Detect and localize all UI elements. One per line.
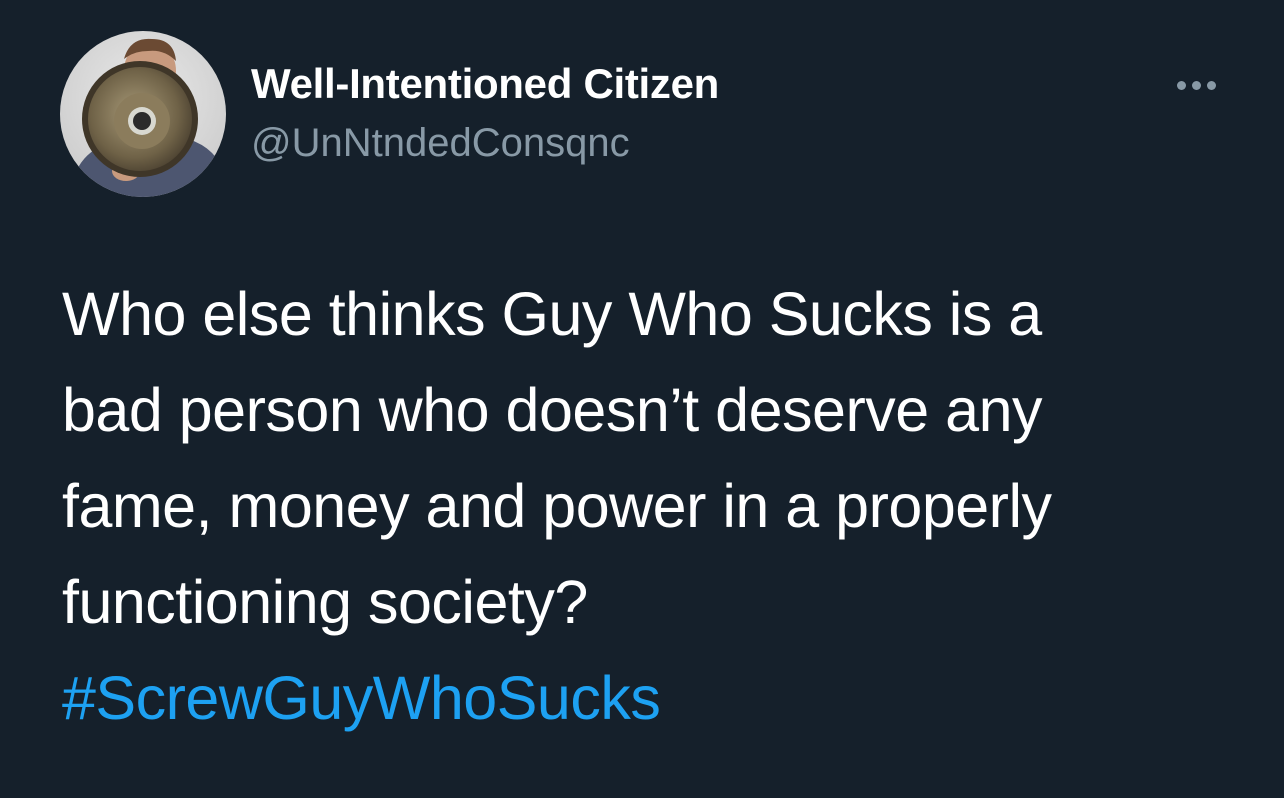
- author-handle[interactable]: @UnNtndedConsqnc: [251, 120, 630, 166]
- tweet-text-line: functioning society?: [62, 568, 588, 636]
- person-with-megaphone-avatar-icon: [60, 31, 226, 197]
- tweet-text-line: Who else thinks Guy Who Sucks is a: [62, 280, 1042, 348]
- hashtag-link[interactable]: #ScrewGuyWhoSucks: [62, 650, 1242, 746]
- more-options-button[interactable]: [1168, 70, 1224, 100]
- more-options-icon-dot: [1206, 80, 1216, 90]
- more-options-icon: [1176, 80, 1186, 90]
- tweet-card: Well-Intentioned Citizen @UnNtndedConsqn…: [0, 0, 1284, 798]
- tweet-text: Who else thinks Guy Who Sucks is a bad p…: [62, 266, 1242, 746]
- author-display-name[interactable]: Well-Intentioned Citizen: [251, 60, 719, 108]
- tweet-text-line: fame, money and power in a properly: [62, 472, 1052, 540]
- more-options-icon-dot: [1191, 80, 1201, 90]
- tweet-text-line: bad person who doesn’t deserve any: [62, 376, 1043, 444]
- avatar[interactable]: [60, 31, 226, 197]
